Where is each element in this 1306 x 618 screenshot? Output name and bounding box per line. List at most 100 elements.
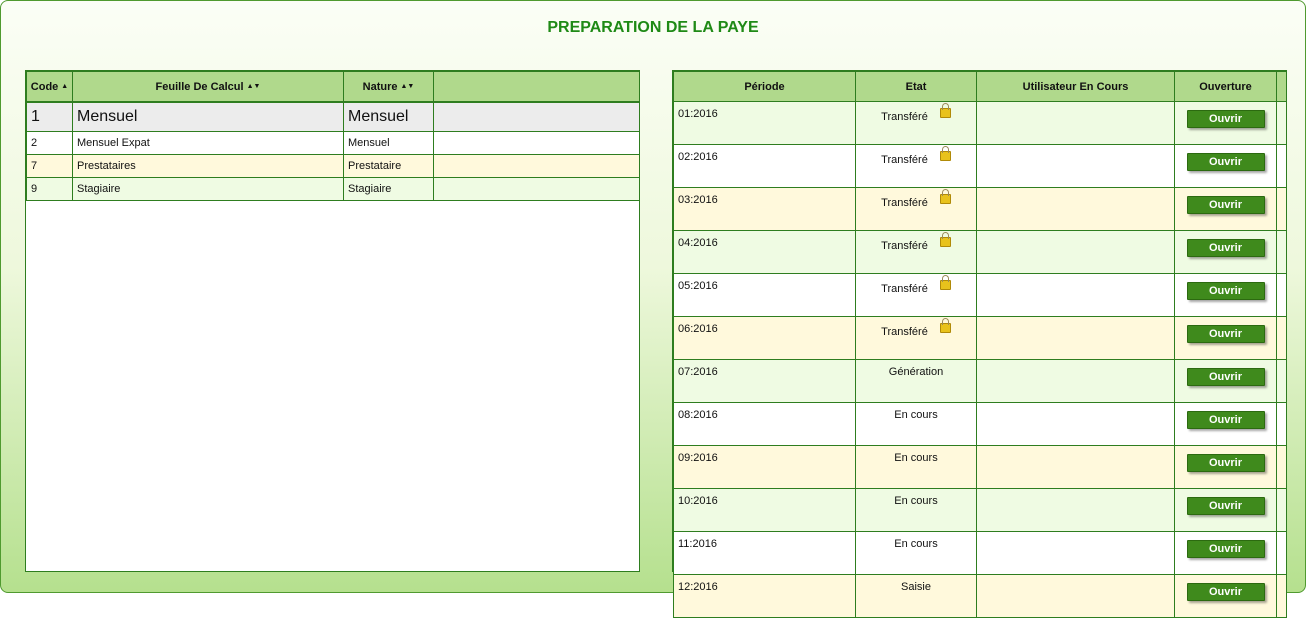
cell-user <box>976 187 1175 231</box>
column-header-empty <box>433 71 640 103</box>
cell-opening: Ouvrir <box>1174 273 1277 317</box>
open-button[interactable]: Ouvrir <box>1186 411 1265 429</box>
column-header-user: Utilisateur En Cours <box>976 71 1175 102</box>
state-label: Saisie <box>901 581 931 593</box>
cell-period: 02:2016 <box>673 144 856 188</box>
state-label: Transféré <box>881 283 928 295</box>
scrollbar-cell <box>1276 187 1287 231</box>
table-row[interactable]: 7 Prestataires Prestataire <box>26 154 640 178</box>
scrollbar-cell <box>1276 402 1287 446</box>
cell-user <box>976 144 1175 188</box>
cell-state: Génération <box>855 359 977 403</box>
state-label: Transféré <box>881 197 928 209</box>
cell-state: Transféré <box>855 316 977 360</box>
scrollbar-cell <box>1276 230 1287 274</box>
open-button[interactable]: Ouvrir <box>1186 497 1265 515</box>
cell-code: 7 <box>26 154 73 178</box>
cell-user <box>976 488 1175 532</box>
table-row: 06:2016 Transféré Ouvrir <box>673 316 1287 360</box>
scrollbar-cell <box>1276 574 1287 618</box>
open-button[interactable]: Ouvrir <box>1186 325 1265 343</box>
cell-state: En cours <box>855 488 977 532</box>
cell-code: 1 <box>26 101 73 132</box>
cell-opening: Ouvrir <box>1174 187 1277 231</box>
lock-icon <box>939 232 951 247</box>
cell-user <box>976 316 1175 360</box>
page-title: PREPARATION DE LA PAYE <box>547 19 759 36</box>
table-row: 03:2016 Transféré Ouvrir <box>673 187 1287 231</box>
cell-period: 07:2016 <box>673 359 856 403</box>
cell-sheet: Mensuel Expat <box>72 131 344 155</box>
open-button[interactable]: Ouvrir <box>1186 583 1265 601</box>
spreadsheet-panel: Code ▲ Feuille De Calcul ▲▼ Nature ▲▼ 1 Mens… <box>25 70 640 572</box>
cell-opening: Ouvrir <box>1174 531 1277 575</box>
scrollbar-cell <box>1276 359 1287 403</box>
cell-user <box>976 273 1175 317</box>
state-label: Transféré <box>881 154 928 166</box>
cell-opening: Ouvrir <box>1174 402 1277 446</box>
cell-state: En cours <box>855 445 977 489</box>
lock-icon <box>939 318 951 333</box>
cell-opening: Ouvrir <box>1174 359 1277 403</box>
cell-period: 03:2016 <box>673 187 856 231</box>
table-row: 12:2016 Saisie Ouvrir <box>673 574 1287 618</box>
spreadsheet-table: Code ▲ Feuille De Calcul ▲▼ Nature ▲▼ 1 Mens… <box>26 71 640 201</box>
scrollbar-cell <box>1276 531 1287 575</box>
scrollbar-cell <box>1276 273 1287 317</box>
column-header-label: Code <box>30 80 59 93</box>
state-label: Transféré <box>881 240 928 252</box>
column-header-label: Feuille De Calcul <box>155 80 244 93</box>
scrollbar-cell <box>1276 101 1287 145</box>
open-button[interactable]: Ouvrir <box>1186 153 1265 171</box>
scrollbar-cell <box>1276 488 1287 532</box>
open-button[interactable]: Ouvrir <box>1186 282 1265 300</box>
cell-sheet: Mensuel <box>72 101 344 132</box>
column-header-opening: Ouverture <box>1174 71 1277 102</box>
state-label: Génération <box>888 366 944 378</box>
open-button[interactable]: Ouvrir <box>1186 454 1265 472</box>
table-row[interactable]: 9 Stagiaire Stagiaire <box>26 177 640 201</box>
cell-nature: Mensuel <box>343 101 434 132</box>
column-header-sheet[interactable]: Feuille De Calcul ▲▼ <box>72 71 344 103</box>
cell-opening: Ouvrir <box>1174 316 1277 360</box>
table-header-row: Code ▲ Feuille De Calcul ▲▼ Nature ▲▼ <box>26 71 640 103</box>
cell-period: 06:2016 <box>673 316 856 360</box>
cell-user <box>976 402 1175 446</box>
scrollbar-cell <box>1276 144 1287 188</box>
cell-opening: Ouvrir <box>1174 445 1277 489</box>
column-header-period: Période <box>673 71 856 102</box>
cell-state: Transféré <box>855 144 977 188</box>
cell-state: Transféré <box>855 187 977 231</box>
cell-code: 9 <box>26 177 73 201</box>
open-button[interactable]: Ouvrir <box>1186 110 1265 128</box>
cell-code: 2 <box>26 131 73 155</box>
cell-period: 01:2016 <box>673 101 856 145</box>
cell-period: 12:2016 <box>673 574 856 618</box>
table-row: 02:2016 Transféré Ouvrir <box>673 144 1287 188</box>
open-button[interactable]: Ouvrir <box>1186 540 1265 558</box>
open-button[interactable]: Ouvrir <box>1186 368 1265 386</box>
state-label: En cours <box>894 452 938 464</box>
cell-user <box>976 574 1175 618</box>
table-row[interactable]: 2 Mensuel Expat Mensuel <box>26 131 640 155</box>
table-row: 11:2016 En cours Ouvrir <box>673 531 1287 575</box>
cell-period: 10:2016 <box>673 488 856 532</box>
table-row: 07:2016 Génération Ouvrir <box>673 359 1287 403</box>
column-header-code[interactable]: Code ▲ <box>26 71 73 103</box>
lock-icon <box>939 189 951 204</box>
open-button[interactable]: Ouvrir <box>1186 239 1265 257</box>
cell-user <box>976 445 1175 489</box>
cell-empty <box>433 131 640 155</box>
cell-opening: Ouvrir <box>1174 101 1277 145</box>
cell-sheet: Stagiaire <box>72 177 344 201</box>
column-header-nature[interactable]: Nature ▲▼ <box>343 71 434 103</box>
cell-opening: Ouvrir <box>1174 144 1277 188</box>
state-label: Transféré <box>881 326 928 338</box>
cell-state: Transféré <box>855 273 977 317</box>
open-button[interactable]: Ouvrir <box>1186 196 1265 214</box>
cell-opening: Ouvrir <box>1174 230 1277 274</box>
cell-sheet: Prestataires <box>72 154 344 178</box>
cell-nature: Prestataire <box>343 154 434 178</box>
cell-period: 05:2016 <box>673 273 856 317</box>
table-row[interactable]: 1 Mensuel Mensuel <box>26 101 640 132</box>
